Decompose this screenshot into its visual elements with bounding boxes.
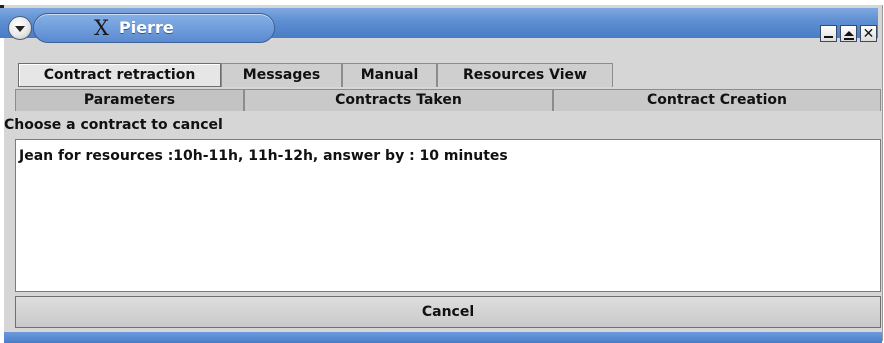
- window-menu-button[interactable]: [8, 16, 32, 40]
- tab-resources-view[interactable]: Resources View: [437, 63, 613, 87]
- close-button[interactable]: ✕: [860, 25, 877, 42]
- x-logo-icon: X: [94, 16, 109, 40]
- tab-contract-creation[interactable]: Contract Creation: [553, 89, 881, 111]
- window-bottom-border: [4, 332, 882, 343]
- tab-messages[interactable]: Messages: [221, 63, 342, 87]
- minimize-button[interactable]: [820, 25, 837, 42]
- tab-parameters[interactable]: Parameters: [15, 89, 244, 111]
- window-title: Pierre: [119, 18, 174, 37]
- tab-contract-retraction[interactable]: Contract retraction: [18, 63, 221, 87]
- chevron-down-icon: [15, 26, 25, 32]
- contract-list[interactable]: Jean for resources :10h-11h, 11h-12h, an…: [15, 139, 881, 292]
- maximize-icon: [843, 31, 854, 40]
- minimize-icon: [824, 36, 833, 38]
- list-item[interactable]: Jean for resources :10h-11h, 11h-12h, an…: [19, 148, 508, 164]
- cancel-button[interactable]: Cancel: [15, 296, 881, 328]
- section-label: Choose a contract to cancel: [4, 117, 223, 133]
- tab-manual[interactable]: Manual: [342, 63, 437, 87]
- tab-contracts-taken[interactable]: Contracts Taken: [244, 89, 553, 111]
- maximize-button[interactable]: [840, 25, 857, 42]
- close-icon: ✕: [862, 25, 875, 42]
